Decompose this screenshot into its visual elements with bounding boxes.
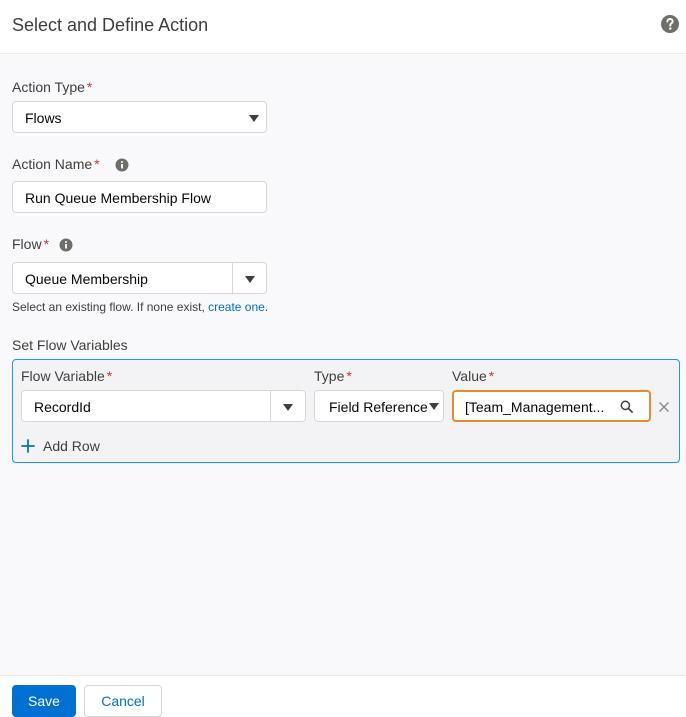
action-name-label-text: Action Name xyxy=(12,156,93,172)
flow-value: Queue Membership xyxy=(25,271,148,287)
flow-combobox[interactable]: Queue Membership xyxy=(12,262,267,294)
add-row-label: Add Row xyxy=(43,438,100,454)
action-name-input[interactable]: Run Queue Membership Flow xyxy=(12,181,267,213)
type-column-text: Type xyxy=(314,368,345,384)
required-marker: * xyxy=(94,156,100,172)
add-row-button[interactable]: Add Row xyxy=(21,436,100,456)
plus-icon xyxy=(21,439,35,453)
dropdown-caret-icon[interactable] xyxy=(283,404,293,411)
help-icon[interactable] xyxy=(660,14,680,34)
type-select[interactable]: Field Reference xyxy=(314,390,444,422)
required-marker: * xyxy=(43,236,50,252)
value-column-label: Value * xyxy=(452,368,494,384)
dropdown-caret-icon[interactable] xyxy=(245,276,255,283)
value-text: [Team_Management... xyxy=(465,399,605,415)
value-lookup-input[interactable]: [Team_Management... xyxy=(452,390,651,422)
modal-header: Select and Define Action xyxy=(0,0,686,54)
flow-label: Flow * xyxy=(12,236,49,252)
flow-label-text: Flow xyxy=(12,236,42,252)
flow-help-prefix: Select an existing flow. If none exist, xyxy=(12,300,205,314)
set-flow-variables-label: Set Flow Variables xyxy=(12,337,128,353)
flow-variable-combobox[interactable]: RecordId xyxy=(21,390,306,422)
modal-footer: Save Cancel xyxy=(0,675,686,717)
action-type-label-text: Action Type xyxy=(12,79,85,95)
save-button[interactable]: Save xyxy=(12,685,76,717)
flow-variable-column-text: Flow Variable xyxy=(21,368,105,384)
search-icon[interactable] xyxy=(620,400,633,413)
flow-help-suffix: . xyxy=(264,300,269,314)
required-marker: * xyxy=(106,368,113,384)
type-value: Field Reference xyxy=(329,399,428,415)
flow-help-text: Select an existing flow. If none exist, … xyxy=(12,300,268,314)
required-marker: * xyxy=(86,79,93,95)
dropdown-caret-icon xyxy=(249,115,259,122)
action-name-label: Action Name * xyxy=(12,156,100,172)
required-marker: * xyxy=(488,368,495,384)
action-type-value: Flows xyxy=(25,110,62,126)
action-type-label: Action Type * xyxy=(12,79,92,95)
modal-body: Action Type * Flows Action Name * Run Queu… xyxy=(0,55,686,675)
flow-variable-column-label: Flow Variable * xyxy=(21,368,112,384)
info-icon[interactable] xyxy=(59,238,73,252)
combobox-divider xyxy=(232,263,233,293)
remove-row-icon[interactable] xyxy=(658,401,670,413)
combobox-divider xyxy=(270,391,271,421)
dropdown-caret-icon xyxy=(429,403,439,410)
action-type-select[interactable]: Flows xyxy=(12,101,267,133)
action-name-value: Run Queue Membership Flow xyxy=(25,190,211,206)
required-marker: * xyxy=(346,368,352,384)
type-column-label: Type * xyxy=(314,368,352,384)
flow-variable-value: RecordId xyxy=(34,399,91,415)
flow-variables-panel: Flow Variable * Type * Value * RecordId Fie… xyxy=(12,359,680,463)
create-flow-link[interactable]: create one xyxy=(208,300,265,314)
modal-title: Select and Define Action xyxy=(12,15,209,35)
cancel-button[interactable]: Cancel xyxy=(84,685,162,717)
info-icon[interactable] xyxy=(115,158,129,172)
value-column-text: Value xyxy=(452,368,487,384)
